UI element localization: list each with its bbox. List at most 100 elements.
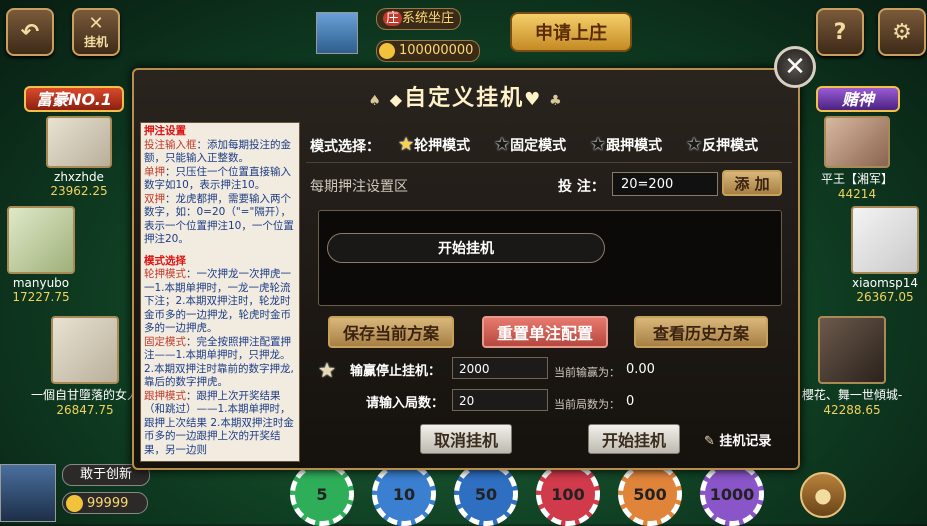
help-para-input: 投注输入框：添加每期投注的金额，只能输入正整数。	[144, 138, 291, 165]
mode-option-fixed[interactable]: ★固定模式	[494, 134, 566, 155]
current-win-value: 0.00	[626, 362, 655, 377]
star-icon: ★	[590, 134, 607, 155]
player-score: 26367.05	[856, 290, 914, 304]
back-arrow-icon: ↶	[20, 19, 40, 45]
help-para-fixed: 固定模式：完全按照押注配置押注——1.本期单押时，只押龙。2.本期双押注时靠前的…	[144, 335, 294, 389]
chip-500[interactable]: 500	[618, 462, 682, 526]
back-button[interactable]: ↶	[6, 8, 54, 56]
banker-gold-value: 100000000	[399, 43, 474, 58]
mode-option-reverse[interactable]: ★反押模式	[686, 134, 758, 155]
player-name: 櫻花、舞一世傾城-	[801, 388, 903, 402]
help-text-panel[interactable]: 押注设置 投注输入框：添加每期投注的金额，只能输入正整数。 单押：只压住一个位置…	[140, 122, 300, 462]
banker-badge: 庄	[383, 11, 403, 26]
player-seat-left-2[interactable]: manyubo 17227.75	[6, 206, 76, 304]
save-plan-button[interactable]: 保存当前方案	[328, 316, 454, 348]
spade-icon: ♠	[368, 93, 390, 109]
start-hangup-button[interactable]: 开始挂机	[588, 424, 680, 454]
settings-panel: 模式选择： ★轮押模式 ★固定模式 ★跟押模式 ★反押模式 每期押注设置区 投 …	[306, 126, 792, 466]
my-avatar[interactable]	[0, 464, 56, 522]
player-score: 17227.75	[12, 290, 70, 304]
chip-100[interactable]: 100	[536, 462, 600, 526]
log-icon: ✎	[704, 434, 720, 449]
player-name: 平王【湘军】	[820, 172, 893, 186]
stop-label: 输赢停止挂机：	[350, 364, 442, 379]
cancel-hangup-button[interactable]: 取消挂机	[420, 424, 512, 454]
chip-1000[interactable]: 1000	[700, 462, 764, 526]
hangup-button[interactable]: ✕ 挂机	[72, 8, 120, 56]
banker-name: 系统坐庄	[402, 11, 455, 26]
player-seat-left-1[interactable]: zhxzhde 23962.25	[44, 116, 114, 198]
gear-icon: ⚙	[892, 19, 912, 45]
player-score: 42288.65	[823, 403, 881, 417]
chip-50[interactable]: 50	[454, 462, 518, 526]
coin-icon	[66, 495, 83, 512]
avatar	[46, 116, 112, 168]
help-para-rotate: 轮押模式：一次押龙一次押虎一一1.本期单押时，一龙一虎轮流下注；2.本期双押注时…	[144, 268, 291, 334]
mode-label: 模式选择：	[310, 139, 380, 155]
settings-button[interactable]: ⚙	[878, 8, 926, 56]
question-icon: ?	[833, 19, 847, 45]
player-score: 26847.75	[56, 403, 114, 417]
player-name: zhxzhde	[54, 170, 104, 184]
crossed-swords-icon: ✕	[88, 12, 104, 34]
bet-config-area: 开始挂机	[318, 210, 782, 306]
my-gold: 99999	[62, 492, 148, 514]
help-button[interactable]: ?	[816, 8, 864, 56]
view-history-button[interactable]: 查看历史方案	[634, 316, 768, 348]
close-icon: ✕	[784, 52, 806, 82]
person-icon: ●	[814, 483, 832, 507]
player-name: xiaomsp14	[852, 276, 918, 290]
bet-area-label: 每期押注设置区	[310, 179, 408, 195]
chip-10[interactable]: 10	[372, 462, 436, 526]
apply-banker-button[interactable]: 申请上庄	[510, 12, 632, 52]
add-button[interactable]: 添 加	[722, 170, 782, 196]
star-icon: ★	[318, 358, 336, 382]
reset-config-button[interactable]: 重置单注配置	[482, 316, 608, 348]
bet-label: 投 注：	[558, 179, 605, 195]
auto-hangup-dialog: ♠ ◆自定义挂机♥ ♣ 押注设置 投注输入框：添加每期投注的金额，只能输入正整数…	[132, 68, 800, 470]
config-start-pill[interactable]: 开始挂机	[327, 233, 605, 263]
player-seat-right-3[interactable]: 櫻花、舞一世傾城- 42288.65	[796, 316, 908, 417]
rounds-input[interactable]: 20	[452, 389, 548, 411]
coin-icon	[379, 43, 395, 59]
help-heading-mode: 模式选择	[144, 254, 186, 267]
avatar	[818, 316, 886, 384]
bet-input[interactable]: 20=200	[612, 172, 718, 196]
avatar	[851, 206, 919, 274]
close-dialog-button[interactable]: ✕	[774, 46, 816, 88]
hangup-log-button[interactable]: ✎ 挂机记录	[704, 430, 771, 449]
gambler-god-badge: 赌神	[816, 86, 900, 112]
banker-info: 庄系统坐庄	[376, 8, 462, 30]
heart-icon: ♥	[524, 89, 543, 110]
divider	[306, 162, 792, 163]
dialog-title: ♠ ◆自定义挂机♥ ♣	[368, 86, 564, 111]
star-icon: ★	[494, 134, 511, 155]
star-icon: ★	[686, 134, 703, 155]
help-heading-bet: 押注设置	[144, 125, 186, 137]
player-score: 23962.25	[50, 184, 108, 198]
avatar	[824, 116, 890, 168]
player-seat-right-1[interactable]: 平王【湘军】 44214	[812, 116, 902, 201]
player-name: manyubo	[12, 276, 70, 290]
diamond-icon: ◆	[389, 90, 405, 109]
player-list-button[interactable]: ●	[800, 472, 846, 518]
club-icon: ♣	[542, 93, 564, 109]
banker-gold: 100000000	[376, 40, 481, 62]
current-rounds-value: 0	[626, 394, 635, 409]
avatar	[51, 316, 119, 384]
stop-amount-input[interactable]: 2000	[452, 357, 548, 379]
current-rounds-label: 当前局数为：	[554, 398, 620, 411]
chip-5[interactable]: 5	[290, 462, 354, 526]
player-seat-left-3[interactable]: 一個自甘墮落的女人 26847.75	[30, 316, 140, 417]
mode-option-follow[interactable]: ★跟押模式	[590, 134, 662, 155]
help-para-follow: 跟押模式：跟押上次开奖结果（和跳过）——1.本期单押时，跟押上次结果 2.本期双…	[144, 389, 294, 456]
current-win-label: 当前输赢为：	[554, 366, 620, 379]
mode-option-rotate[interactable]: ★轮押模式	[398, 134, 470, 155]
help-para-double: 双押：龙虎都押，需要输入两个数字，如：0=20（"="隔开），表示一个位置押注1…	[144, 192, 294, 246]
player-seat-right-2[interactable]: xiaomsp14 26367.05	[850, 206, 920, 304]
help-para-single: 单押：只压住一个位置直接输入数字如10，表示押注10。	[144, 165, 291, 192]
star-selected-icon: ★	[398, 134, 415, 155]
player-name: 一個自甘墮落的女人	[30, 388, 139, 402]
banker-avatar	[316, 12, 358, 54]
rounds-label: 请输入局数：	[366, 396, 445, 411]
